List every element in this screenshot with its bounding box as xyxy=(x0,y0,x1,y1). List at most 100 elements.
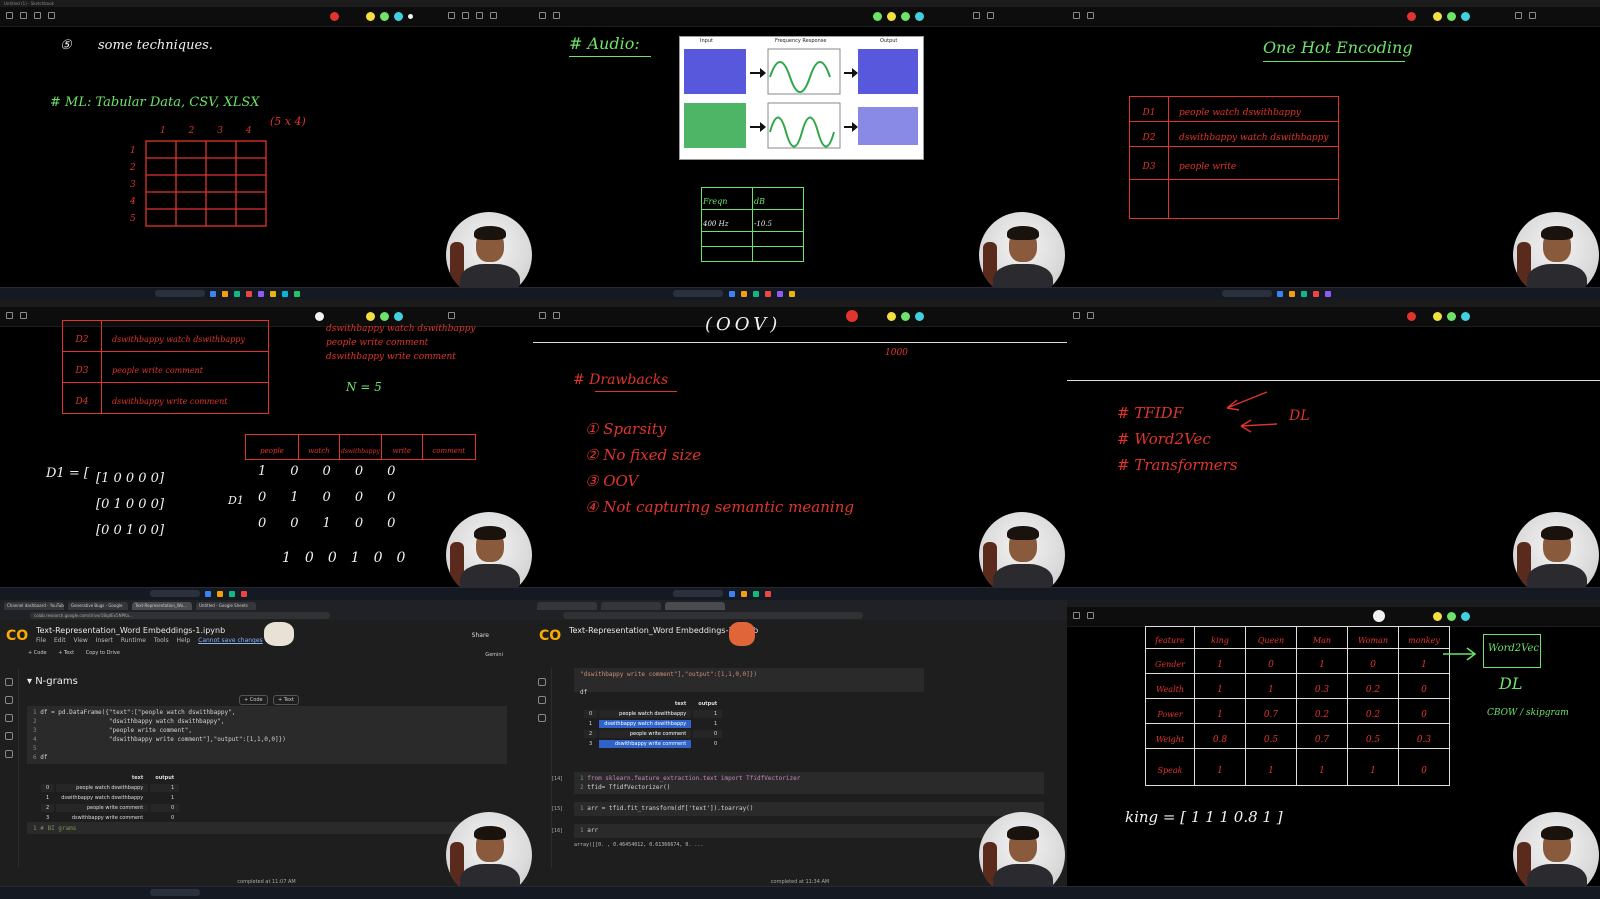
pen-icon[interactable] xyxy=(448,312,455,319)
toc-icon[interactable] xyxy=(538,678,546,686)
code-cell-dataframe[interactable]: 1 df = pd.DataFrame({"text":["people wat… xyxy=(27,706,507,764)
files-icon[interactable] xyxy=(5,750,13,758)
menu-tools[interactable]: Tools xyxy=(154,637,169,644)
green-color-swatch[interactable] xyxy=(380,312,389,321)
variables-icon[interactable] xyxy=(5,714,13,722)
undo-icon[interactable] xyxy=(6,12,13,19)
taskbar-app-icon[interactable] xyxy=(222,291,228,297)
shape-icon[interactable] xyxy=(476,12,483,19)
red-color-swatch[interactable] xyxy=(1407,312,1416,321)
cyan-color-swatch[interactable] xyxy=(1461,612,1470,621)
variables-icon[interactable] xyxy=(538,714,546,722)
white-color-swatch[interactable] xyxy=(315,312,324,321)
menu-file[interactable]: File xyxy=(36,637,46,644)
red-color-swatch[interactable] xyxy=(330,12,339,21)
white-color-swatch[interactable] xyxy=(1373,610,1385,622)
menu-edit[interactable]: Edit xyxy=(54,637,66,644)
taskbar-app-icon[interactable] xyxy=(741,291,747,297)
taskbar-search[interactable] xyxy=(673,290,723,297)
taskbar-search[interactable] xyxy=(673,590,723,597)
red-color-swatch[interactable] xyxy=(1407,12,1416,21)
browser-tab[interactable] xyxy=(537,602,597,610)
taskbar-app-icon[interactable] xyxy=(282,291,288,297)
taskbar-search[interactable] xyxy=(155,290,205,297)
taskbar-app-icon[interactable] xyxy=(765,591,771,597)
add-code-button[interactable]: + Code xyxy=(28,650,47,656)
pen-icon[interactable] xyxy=(973,12,980,19)
undo-icon[interactable] xyxy=(539,12,546,19)
yellow-color-swatch[interactable] xyxy=(366,12,375,21)
yellow-color-swatch[interactable] xyxy=(366,312,375,321)
undo-icon[interactable] xyxy=(539,312,546,319)
secrets-icon[interactable] xyxy=(5,732,13,740)
taskbar-app-icon[interactable] xyxy=(729,291,735,297)
redo-icon[interactable] xyxy=(1087,612,1094,619)
taskbar-app-icon[interactable] xyxy=(229,591,235,597)
yellow-color-swatch[interactable] xyxy=(887,12,896,21)
taskbar-app-icon[interactable] xyxy=(753,591,759,597)
menu-insert[interactable]: Insert xyxy=(96,637,113,644)
browser-tab[interactable]: Channel dashboard - YouTube xyxy=(4,602,64,610)
code-cell-bigrams[interactable]: 1 # BI grams xyxy=(27,822,507,834)
taskbar-app-icon[interactable] xyxy=(1289,291,1295,297)
undo-icon[interactable] xyxy=(1073,12,1080,19)
code-cell-tail[interactable]: "dswithbappy write comment"],"output":[1… xyxy=(574,668,924,696)
browser-tab[interactable] xyxy=(601,602,661,610)
insert-text-button[interactable]: + Text xyxy=(273,695,299,705)
red-color-swatch[interactable] xyxy=(846,310,858,322)
cyan-color-swatch[interactable] xyxy=(1461,312,1470,321)
taskbar-app-icon[interactable] xyxy=(258,291,264,297)
green-color-swatch[interactable] xyxy=(873,12,882,21)
pen-icon[interactable] xyxy=(448,12,455,19)
cyan-color-swatch[interactable] xyxy=(1461,12,1470,21)
cyan-color-swatch[interactable] xyxy=(394,12,403,21)
pen-icon[interactable] xyxy=(1515,12,1522,19)
white-color-swatch[interactable] xyxy=(408,14,413,19)
taskbar-app-icon[interactable] xyxy=(234,291,240,297)
share-button[interactable]: Share xyxy=(472,632,489,639)
redo-icon[interactable] xyxy=(1087,12,1094,19)
search-icon[interactable] xyxy=(538,696,546,704)
taskbar-app-icon[interactable] xyxy=(765,291,771,297)
address-bar[interactable]: colab.research.google.com/drive/1Bq4Ex5N… xyxy=(30,612,330,619)
undo-icon[interactable] xyxy=(6,312,13,319)
cannot-save-link[interactable]: Cannot save changes xyxy=(198,637,263,644)
green-color-swatch[interactable] xyxy=(901,312,910,321)
green-color-swatch[interactable] xyxy=(1447,312,1456,321)
menu-runtime[interactable]: Runtime xyxy=(121,637,146,644)
yellow-color-swatch[interactable] xyxy=(1433,312,1442,321)
code-cell-import[interactable]: 1 from sklearn.feature_extraction.text i… xyxy=(574,772,1044,794)
yellow-color-swatch[interactable] xyxy=(1433,12,1442,21)
taskbar-app-icon[interactable] xyxy=(1301,291,1307,297)
cyan-color-swatch[interactable] xyxy=(394,312,403,321)
gemini-button[interactable]: Gemini xyxy=(485,652,503,658)
taskbar-app-icon[interactable] xyxy=(753,291,759,297)
cyan-color-swatch[interactable] xyxy=(915,12,924,21)
browser-tab[interactable]: Generative Bugs - Google xyxy=(68,602,128,610)
green-color-swatch[interactable] xyxy=(901,12,910,21)
green-color-swatch[interactable] xyxy=(1447,12,1456,21)
green-color-swatch[interactable] xyxy=(380,12,389,21)
taskbar-search[interactable] xyxy=(150,889,200,896)
menu-view[interactable]: View xyxy=(74,637,88,644)
redo-icon[interactable] xyxy=(20,12,27,19)
notebook-title[interactable]: Text-Representation_Word Embeddings-1.ip… xyxy=(36,626,225,635)
taskbar-app-icon[interactable] xyxy=(1325,291,1331,297)
taskbar-app-icon[interactable] xyxy=(205,591,211,597)
search-icon[interactable] xyxy=(5,696,13,704)
insert-code-button[interactable]: + Code xyxy=(239,695,268,705)
yellow-color-swatch[interactable] xyxy=(1433,612,1442,621)
undo-icon[interactable] xyxy=(1073,312,1080,319)
taskbar-app-icon[interactable] xyxy=(270,291,276,297)
taskbar-app-icon[interactable] xyxy=(777,291,783,297)
menu-help[interactable]: Help xyxy=(177,637,191,644)
code-cell-transform[interactable]: 1 arr = tfid.fit_transform(df['text']).t… xyxy=(574,802,1044,816)
green-color-swatch[interactable] xyxy=(1447,612,1456,621)
address-bar[interactable] xyxy=(563,612,863,619)
taskbar-app-icon[interactable] xyxy=(210,291,216,297)
add-text-button[interactable]: + Text xyxy=(58,650,74,656)
toc-icon[interactable] xyxy=(5,678,13,686)
redo-icon[interactable] xyxy=(553,12,560,19)
cyan-color-swatch[interactable] xyxy=(915,312,924,321)
taskbar-app-icon[interactable] xyxy=(729,591,735,597)
